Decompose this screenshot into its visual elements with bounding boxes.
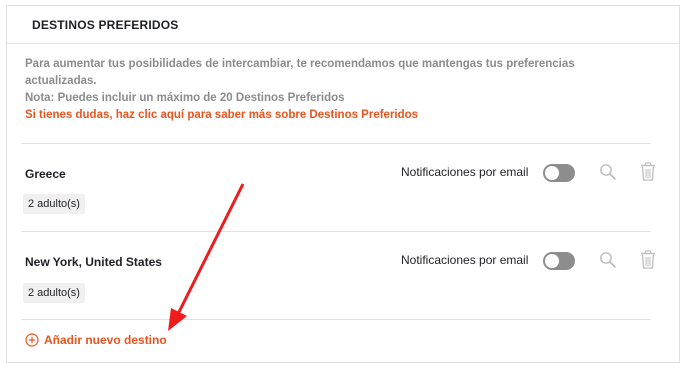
destination-name: Greece — [25, 167, 66, 181]
panel-header: DESTINOS PREFERIDOS — [7, 6, 679, 44]
divider — [21, 319, 651, 320]
search-icon[interactable] — [599, 163, 617, 186]
trash-icon[interactable] — [640, 250, 656, 274]
destination-row: Greece 2 adulto(s) Notificaciones por em… — [21, 143, 655, 231]
toggle-knob — [545, 166, 559, 180]
plus-circle-icon — [25, 333, 39, 347]
intro-note: Nota: Puedes incluir un máximo de 20 Des… — [25, 92, 345, 104]
search-icon[interactable] — [599, 251, 617, 274]
email-notifications-toggle[interactable] — [543, 252, 575, 270]
intro-recommendation: Para aumentar tus posibilidades de inter… — [25, 58, 575, 87]
email-notifications-label: Notificaciones por email — [401, 165, 529, 179]
add-destination-label: Añadir nuevo destino — [44, 333, 167, 347]
email-notifications-label: Notificaciones por email — [401, 253, 529, 267]
help-link[interactable]: Si tienes dudas, haz clic aquí para sabe… — [25, 107, 645, 124]
section-title: DESTINOS PREFERIDOS — [32, 17, 179, 32]
intro-text: Para aumentar tus posibilidades de inter… — [25, 56, 645, 124]
guests-tag: 2 adulto(s) — [23, 283, 85, 303]
guests-tag: 2 adulto(s) — [23, 194, 85, 214]
email-notifications-toggle[interactable] — [543, 164, 575, 182]
destination-row: New York, United States 2 adulto(s) Noti… — [21, 231, 655, 319]
trash-icon[interactable] — [640, 162, 656, 186]
destination-name: New York, United States — [25, 255, 162, 269]
toggle-knob — [545, 254, 559, 268]
add-destination-button[interactable]: Añadir nuevo destino — [25, 333, 167, 347]
